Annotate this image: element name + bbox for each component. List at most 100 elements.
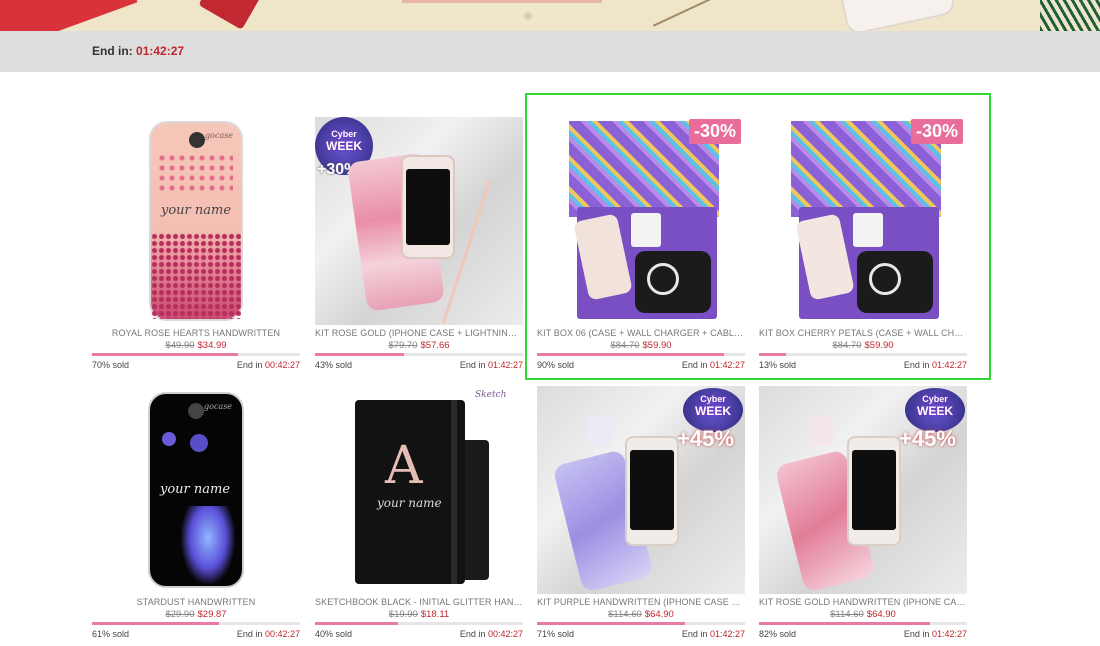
old-price: $114.60 (608, 609, 642, 620)
sold-progress-bar (315, 353, 523, 356)
end-label: End in (236, 360, 263, 370)
banner-decoration (652, 0, 718, 27)
end-timer: End in 01:42:27 (682, 629, 745, 639)
product-image[interactable]: Cyber WEEK +45% (759, 386, 967, 594)
sold-progress-fill (759, 353, 787, 356)
case-brand-text: gocase (205, 131, 234, 140)
end-timer: End in 01:42:27 (904, 360, 967, 370)
product-image[interactable]: Cyber WEEK +45% (537, 386, 745, 594)
sold-progress-fill (759, 622, 930, 625)
product-card[interactable]: Sketch A your name SKETCHBOOK BLACK - IN… (315, 386, 523, 642)
sale-price: $64.90 (644, 609, 674, 620)
case-handwriting: your name (161, 203, 232, 218)
end-label: End in (903, 360, 930, 370)
product-image[interactable]: gocase your name (92, 386, 300, 594)
countdown-time: 01:42:27 (136, 44, 185, 58)
sale-price: $18.11 (420, 609, 450, 620)
product-price: $114.60 $64.90 (537, 609, 745, 620)
old-price: $84.70 (832, 340, 862, 351)
end-label: End in (681, 360, 708, 370)
gift-box (573, 207, 717, 319)
sold-progress-bar (759, 353, 967, 356)
sale-price: $59.90 (642, 340, 672, 351)
cyber-text: Cyber (331, 129, 357, 139)
promo-banner[interactable] (0, 0, 1100, 31)
countdown-bar: End in: 01:42:27 (0, 31, 1100, 72)
countdown-label: End in: 01:42:27 (92, 44, 184, 58)
phone-case-image: gocase your name (148, 392, 244, 588)
sold-percent: 82% sold (759, 629, 797, 639)
end-timer: End in 01:42:27 (460, 360, 523, 370)
product-card[interactable]: gocase your name STARDUST HANDWRITTEN $2… (92, 386, 300, 642)
old-price: $19.90 (388, 609, 418, 620)
sketch-logo: Sketch (475, 390, 507, 400)
sold-percent: 61% sold (92, 629, 130, 639)
end-timer: End in 00:42:27 (460, 629, 523, 639)
end-timer: End in 00:42:27 (237, 629, 300, 639)
banner-decoration (0, 0, 138, 31)
product-image[interactable]: -30% (759, 117, 967, 325)
product-card[interactable]: Cyber WEEK +45% KIT PURPLE HANDWRITTEN (… (537, 386, 745, 642)
sale-price: $59.90 (864, 340, 894, 351)
product-price: $19.90 $18.11 (315, 609, 523, 620)
sale-price: $57.66 (420, 340, 450, 351)
sold-progress-fill (537, 353, 725, 356)
product-image[interactable]: Sketch A your name (315, 386, 523, 594)
product-price: $84.70 $59.90 (759, 340, 967, 351)
sold-progress-fill (315, 622, 399, 625)
gift-box (795, 207, 939, 319)
discount-badge: +45% (899, 426, 956, 451)
product-card[interactable]: Cyber WEEK +45% KIT ROSE GOLD HANDWRITTE… (759, 386, 967, 642)
product-card[interactable]: Cyber WEEK +30% KIT ROSE GOLD (IPHONE CA… (315, 117, 523, 373)
banner-decoration (1040, 0, 1100, 31)
product-image[interactable]: -30% (537, 117, 745, 325)
old-price: $49.90 (165, 340, 195, 351)
sale-price: $34.99 (197, 340, 227, 351)
end-label: End in (236, 629, 263, 639)
carousel-dot[interactable] (524, 12, 532, 20)
old-price: $29.90 (165, 609, 195, 620)
product-price: $79.70 $57.66 (315, 340, 523, 351)
product-name[interactable]: ROYAL ROSE HEARTS HANDWRITTEN (92, 328, 300, 338)
end-time: 01:42:27 (709, 629, 745, 639)
cyber-text: Cyber (922, 394, 948, 404)
countdown-text: End in: (92, 44, 133, 58)
end-label: End in (459, 629, 486, 639)
cyber-text: WEEK (917, 404, 953, 418)
product-image[interactable]: Cyber WEEK +30% (315, 117, 523, 325)
sold-percent: 90% sold (537, 360, 575, 370)
wall-charger-image (809, 416, 833, 446)
sold-progress-bar (315, 622, 523, 625)
product-name[interactable]: KIT ROSE GOLD HANDWRITTEN (IPHONE CASE +… (759, 597, 967, 607)
product-name[interactable]: KIT BOX 06 (CASE + WALL CHARGER + CABLE … (537, 328, 745, 338)
end-timer: End in 01:42:27 (682, 360, 745, 370)
product-price: $29.90 $29.87 (92, 609, 300, 620)
phone-image (401, 155, 455, 259)
sold-percent: 40% sold (315, 629, 353, 639)
sold-progress-bar (537, 622, 745, 625)
sale-price: $29.87 (197, 609, 227, 620)
end-timer: End in 01:42:27 (904, 629, 967, 639)
banner-decoration (198, 0, 262, 30)
product-card[interactable]: -30% KIT BOX 06 (CASE + WALL CHARGER + C… (537, 117, 745, 373)
product-name[interactable]: KIT BOX CHERRY PETALS (CASE + WALL CHARG… (759, 328, 967, 338)
sold-progress-bar (92, 353, 300, 356)
end-label: End in (459, 360, 486, 370)
sold-progress-fill (537, 622, 685, 625)
product-name[interactable]: STARDUST HANDWRITTEN (92, 597, 300, 607)
product-name[interactable]: SKETCHBOOK BLACK - INITIAL GLITTER HANDW… (315, 597, 523, 607)
end-time: 00:42:27 (487, 629, 523, 639)
discount-badge: +45% (677, 426, 734, 451)
product-image[interactable]: gocase your name (92, 117, 300, 325)
product-name[interactable]: KIT PURPLE HANDWRITTEN (IPHONE CASE + LI… (537, 597, 745, 607)
sold-progress-bar (759, 622, 967, 625)
old-price: $84.70 (610, 340, 640, 351)
product-name[interactable]: KIT ROSE GOLD (IPHONE CASE + LIGHTNING C… (315, 328, 523, 338)
product-card[interactable]: gocase your name ROYAL ROSE HEARTS HANDW… (92, 117, 300, 373)
sold-percent: 43% sold (315, 360, 353, 370)
banner-decoration (402, 0, 602, 3)
sketchbook-initial: A (385, 436, 423, 496)
product-card[interactable]: -30% KIT BOX CHERRY PETALS (CASE + WALL … (759, 117, 967, 373)
product-price: $114.60 $64.90 (759, 609, 967, 620)
old-price: $114.60 (830, 609, 864, 620)
